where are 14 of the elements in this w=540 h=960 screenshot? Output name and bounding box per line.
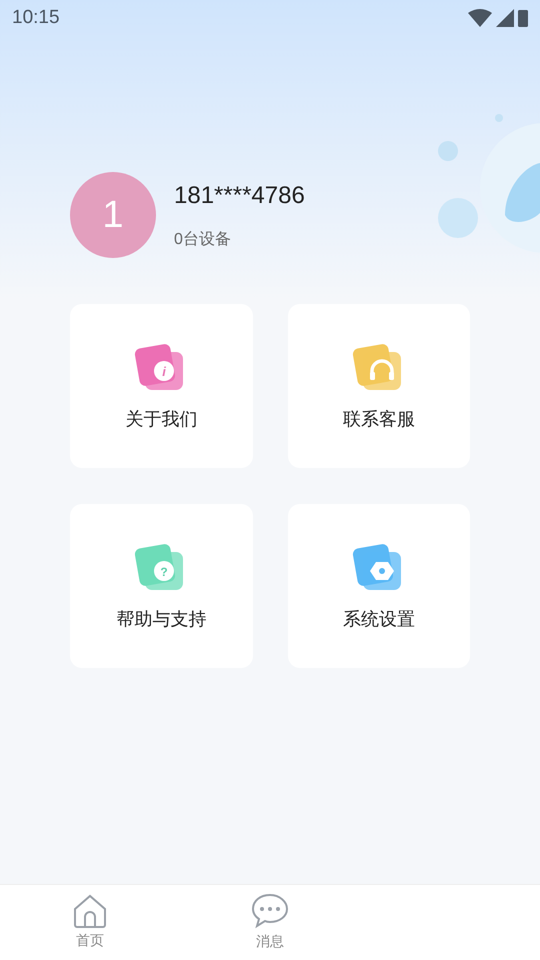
menu-card[interactable]: ? 帮助与支持: [70, 504, 252, 668]
tab[interactable]: 消息: [180, 885, 360, 960]
status-time: 10:15: [12, 6, 60, 30]
chat-bubble-icon: [251, 893, 289, 929]
wifi-icon: [468, 9, 492, 27]
menu-card[interactable]: i 关于我们: [70, 304, 252, 468]
menu-card[interactable]: 联系客服: [288, 304, 470, 468]
menu-card[interactable]: 系统设置: [288, 504, 470, 668]
device-count: 0台设备: [174, 230, 232, 250]
phone-number: 181****4786: [174, 181, 305, 211]
home-icon: [72, 894, 108, 928]
tab[interactable]: 首页: [0, 885, 180, 960]
battery-icon: [518, 9, 528, 27]
signal-icon: [496, 9, 514, 27]
